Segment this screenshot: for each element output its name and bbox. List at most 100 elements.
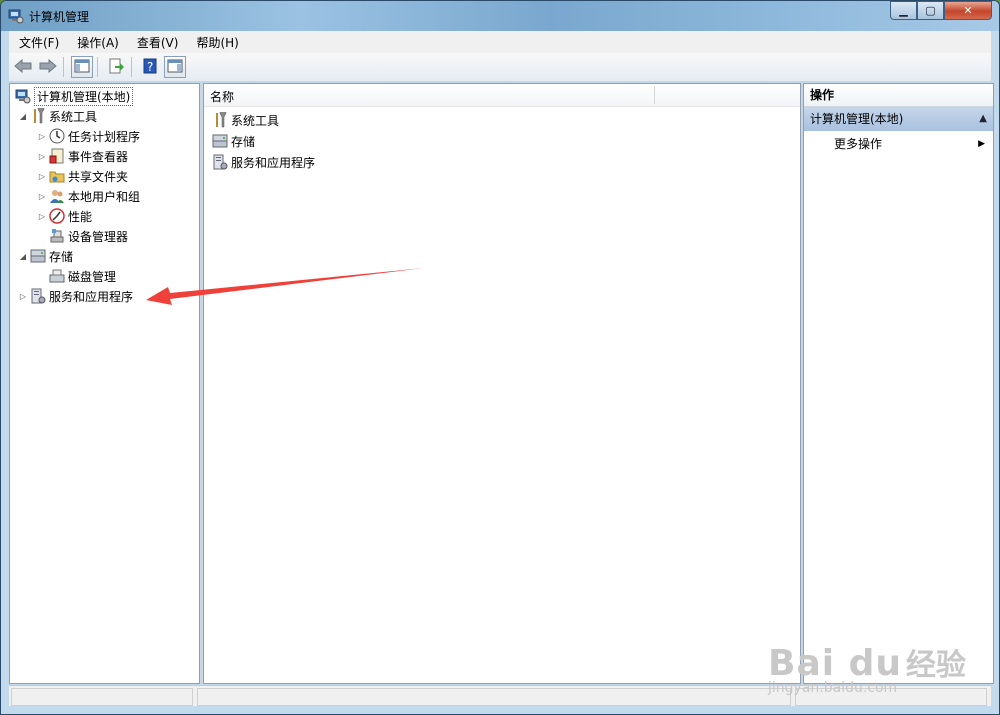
action-group-header[interactable]: 计算机管理(本地) ▲ [804,107,993,131]
list-item[interactable]: 系统工具 [210,110,279,130]
window-title: 计算机管理 [29,10,90,24]
shared-folder-icon [49,168,65,184]
column-header[interactable]: 名称 [204,84,800,107]
expand-icon[interactable]: ▷ [18,292,28,301]
expand-icon[interactable]: ▷ [37,192,47,201]
toolbar: ? [9,53,991,82]
list-item[interactable]: 存储 [210,131,255,151]
watermark-url: jingyan.baidu.com [768,680,898,696]
menu-view[interactable]: 查看(V) [127,34,187,51]
list-item-label: 存储 [231,134,256,149]
tree-item-services-applications[interactable]: ▷ 服务和应用程序 [18,286,133,306]
show-hide-action-pane-button[interactable] [164,56,186,78]
device-manager-icon [49,228,65,244]
tree-item-label: 存储 [49,249,74,264]
back-button[interactable] [12,56,34,78]
collapse-icon[interactable]: ◢ [18,112,28,121]
tree-item-disk-management[interactable]: 磁盘管理 [37,266,116,286]
menu-help[interactable]: 帮助(H) [186,34,246,51]
tree-item-label: 共享文件夹 [68,169,129,184]
forward-button[interactable] [37,56,59,78]
tree-item-label: 本地用户和组 [68,189,141,204]
result-list-pane[interactable]: 名称 系统工具 存储 服务和应用程序 [203,83,801,684]
minimize-button[interactable]: ▁ [890,1,917,20]
show-hide-action-pane-icon [167,59,183,76]
computer-management-icon [15,88,31,104]
help-icon: ? [143,58,157,77]
tree-item-local-users-groups[interactable]: ▷ 本地用户和组 [37,186,140,206]
tree-item-label: 任务计划程序 [68,129,141,144]
tree-item-device-manager[interactable]: 设备管理器 [37,226,128,246]
export-list-icon [108,58,124,77]
tree-item-label: 设备管理器 [68,229,129,244]
action-pane-header: 操作 [804,84,993,107]
performance-icon [49,208,65,224]
help-button[interactable]: ? [139,56,161,78]
list-item[interactable]: 服务和应用程序 [210,152,315,172]
collapse-up-icon[interactable]: ▲ [979,107,987,131]
users-icon [49,188,65,204]
watermark-logo: Bai du [768,643,903,684]
status-segment [11,688,193,706]
maximize-button[interactable]: ▢ [917,1,944,20]
console-tree-pane[interactable]: 计算机管理(本地) ◢ 系统工具 ▷ 任务计划程序 ▷ 事件查看器 ▷ 共享文件… [9,83,200,684]
status-segment [197,688,791,706]
tree-item-label: 系统工具 [49,109,98,124]
maximize-icon: ▢ [925,4,936,17]
action-group-label: 计算机管理(本地) [810,112,904,126]
minimize-icon: ▁ [899,4,908,17]
computer-management-icon [8,8,24,24]
back-icon [14,58,32,76]
collapse-icon[interactable]: ◢ [18,252,28,261]
expand-icon[interactable]: ▷ [37,172,47,181]
tree-item-label: 事件查看器 [68,149,129,164]
export-list-button[interactable] [105,56,127,78]
close-icon: ✕ [963,4,973,17]
list-item-label: 系统工具 [231,113,280,128]
clock-icon [49,128,65,144]
tree-item-storage[interactable]: ◢ 存储 [18,246,73,266]
expand-icon[interactable]: ▷ [37,132,47,141]
menu-file[interactable]: 文件(F) [9,34,67,51]
more-actions-item[interactable]: 更多操作 ▶ [834,134,987,154]
tree-root[interactable]: 计算机管理(本地) [13,86,134,106]
forward-icon [39,58,57,76]
tree-item-label: 服务和应用程序 [49,289,134,304]
expand-icon[interactable]: ▷ [37,212,47,221]
event-viewer-icon [49,148,65,164]
tree-item-event-viewer[interactable]: ▷ 事件查看器 [37,146,128,166]
menu-action[interactable]: 操作(A) [67,34,127,51]
tree-item-label: 磁盘管理 [68,269,117,284]
storage-icon [30,248,46,264]
show-hide-tree-button[interactable] [71,56,93,78]
content-area: 计算机管理(本地) ◢ 系统工具 ▷ 任务计划程序 ▷ 事件查看器 ▷ 共享文件… [9,83,994,684]
tree-root-label: 计算机管理(本地) [34,86,134,106]
column-header-name[interactable]: 名称 [210,88,234,105]
computer-management-window: 计算机管理 ▁ ▢ ✕ 文件(F) 操作(A) 查看(V) 帮助(H) ? 计算… [0,0,1000,715]
title-bar[interactable]: 计算机管理 ▁ ▢ ✕ [1,1,999,31]
action-pane: 操作 计算机管理(本地) ▲ 更多操作 ▶ [803,83,994,684]
show-hide-tree-icon [74,59,90,76]
submenu-arrow-icon: ▶ [978,139,985,149]
baidu-watermark: Bai du 经验 jingyan.baidu.com [768,640,966,696]
tree-item-task-scheduler[interactable]: ▷ 任务计划程序 [37,126,140,146]
storage-icon [212,133,228,149]
services-icon [212,154,228,170]
services-icon [30,288,46,304]
toolbar-separator [131,57,132,77]
more-actions-label: 更多操作 [834,137,883,151]
tree-item-shared-folders[interactable]: ▷ 共享文件夹 [37,166,128,186]
tools-icon [212,112,228,128]
menu-bar: 文件(F) 操作(A) 查看(V) 帮助(H) [9,31,991,54]
svg-text:?: ? [147,60,153,74]
tree-item-system-tools[interactable]: ◢ 系统工具 [18,106,97,126]
close-button[interactable]: ✕ [944,1,992,20]
disk-icon [49,268,65,284]
tree-item-performance[interactable]: ▷ 性能 [37,206,92,226]
toolbar-separator [63,57,64,77]
tree-item-label: 性能 [68,209,93,224]
column-divider[interactable] [654,86,655,104]
expand-icon[interactable]: ▷ [37,152,47,161]
tools-icon [30,108,46,124]
list-item-label: 服务和应用程序 [231,155,316,170]
